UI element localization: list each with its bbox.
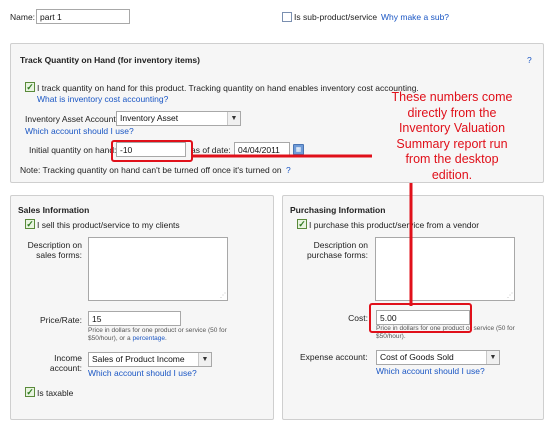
annotation-connectors	[193, 154, 413, 306]
